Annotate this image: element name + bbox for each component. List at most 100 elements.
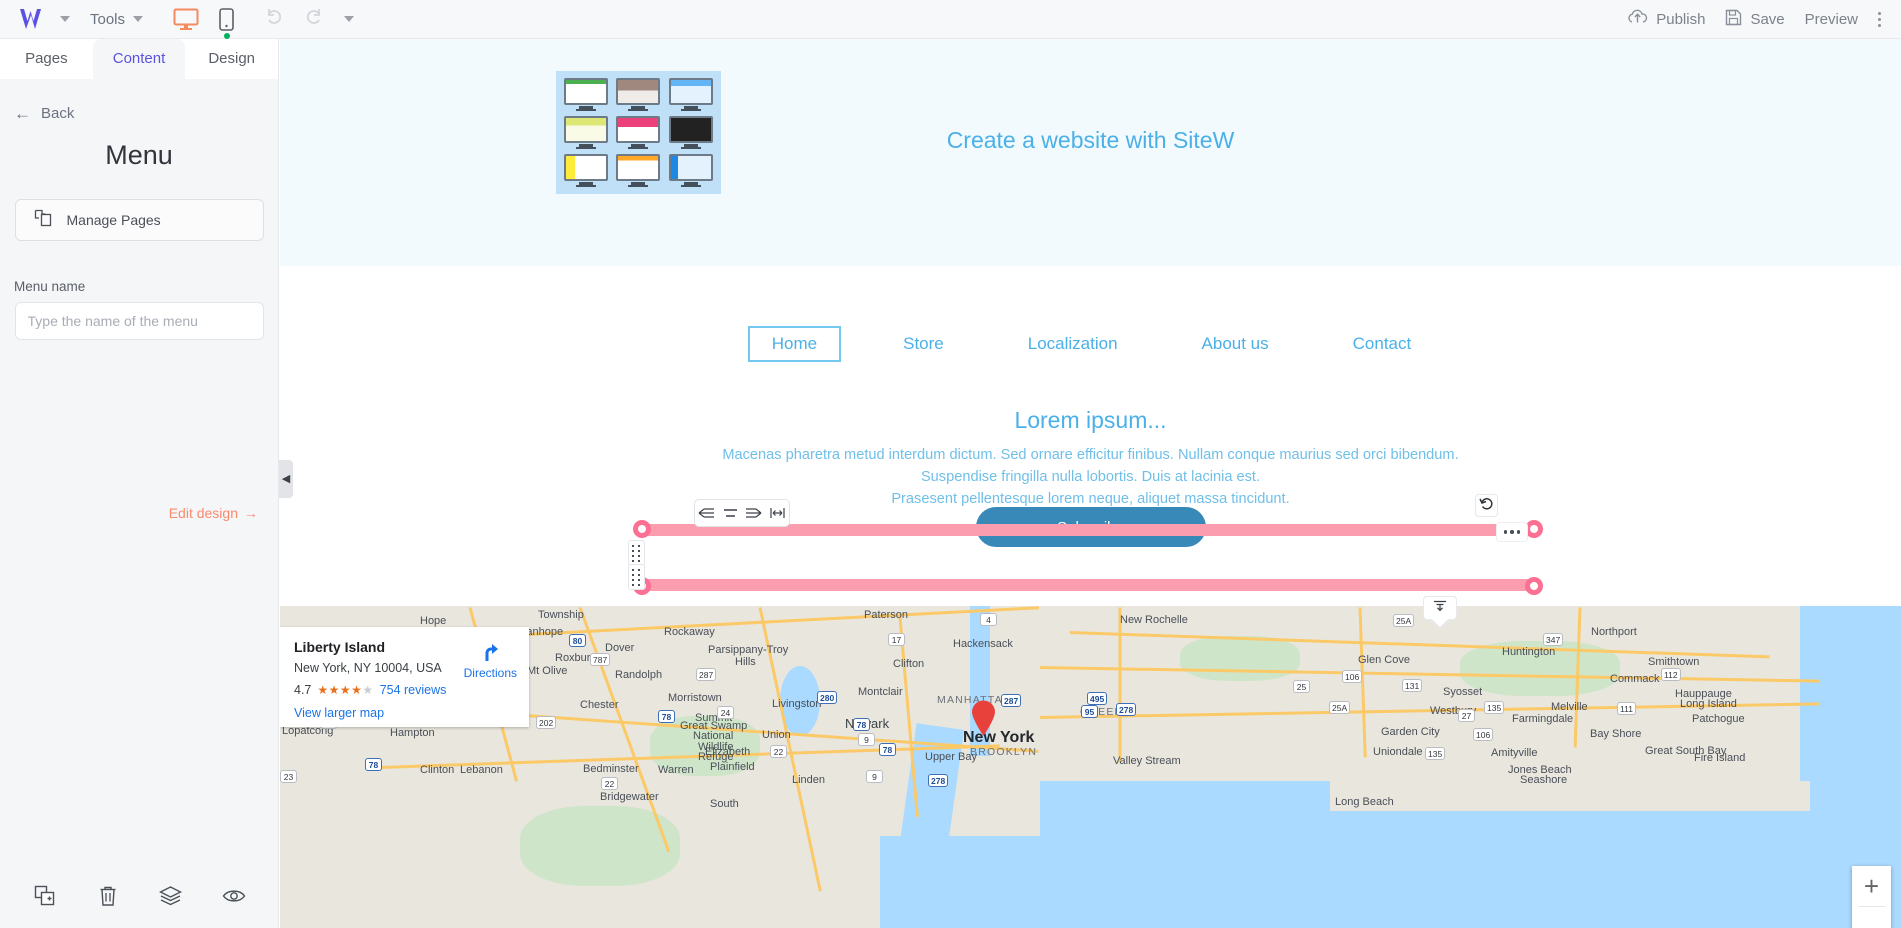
duplicate-icon[interactable] (31, 882, 59, 910)
align-right-icon[interactable] (745, 506, 762, 520)
map-label: Seashore (1520, 774, 1568, 786)
reset-rotate-icon (1479, 496, 1494, 516)
pages-icon (34, 209, 53, 231)
dot (1878, 23, 1881, 27)
menu-name-label: Menu name (14, 279, 86, 294)
save-label: Save (1750, 10, 1785, 28)
map-route-shield: 202 (536, 716, 557, 729)
map-label: Hope (420, 615, 447, 627)
map-label: Hampton (390, 727, 435, 739)
site-menu-block[interactable]: Home Store Localization About us Contact (310, 318, 1871, 370)
resize-handle-top-left[interactable] (633, 520, 651, 538)
stretch-width-icon[interactable] (769, 506, 786, 520)
map-label: Chester (580, 699, 619, 711)
menu-item-about-us[interactable]: About us (1160, 326, 1311, 362)
zoom-in-button[interactable]: + (1864, 873, 1879, 899)
lorem-heading: Lorem ipsum... (1014, 407, 1167, 433)
map-route-shield: 135 (1484, 701, 1505, 714)
vertical-align-button[interactable] (1423, 596, 1457, 620)
history-dropdown[interactable] (334, 0, 364, 39)
map-pin-icon[interactable] (970, 699, 997, 737)
sidebar-collapse-handle[interactable]: ◀ (279, 460, 293, 498)
map-label: Glen Cove (1358, 654, 1410, 666)
align-center-icon[interactable] (722, 506, 739, 520)
map-label: Long Beach (1335, 796, 1394, 808)
map-route-shield: 78 (853, 718, 870, 731)
menu-item-contact[interactable]: Contact (1311, 326, 1454, 362)
monitor-thumb (666, 153, 716, 189)
monitor-thumb (561, 76, 611, 112)
edit-design-link[interactable]: Edit design → (169, 505, 258, 521)
map-route-shield: 106 (1473, 728, 1494, 741)
reset-block-button[interactable] (1475, 494, 1498, 517)
publish-button[interactable]: Publish (1617, 0, 1715, 39)
view-larger-map-link[interactable]: View larger map (294, 706, 515, 720)
menu-item-home[interactable]: Home (747, 326, 842, 362)
map-label: Smithtown (1648, 656, 1700, 668)
left-sidebar: Pages Content Design ← Back Menu Manage … (0, 39, 279, 928)
map-route-shield: 131 (1402, 679, 1423, 692)
align-left-icon[interactable] (698, 506, 715, 520)
tab-pages[interactable]: Pages (0, 39, 93, 79)
block-options-button[interactable] (1496, 522, 1528, 542)
desktop-view-button[interactable] (163, 0, 209, 39)
drag-grip-icon-secondary[interactable] (628, 564, 645, 590)
map-route-shield: 280 (817, 691, 838, 704)
redo-icon (304, 7, 324, 31)
mobile-view-button[interactable] (209, 0, 244, 39)
tab-design[interactable]: Design (185, 39, 279, 79)
grip-dots (632, 544, 641, 562)
eye-icon[interactable] (220, 882, 248, 910)
map-route-shield: 135 (1425, 747, 1446, 760)
map-route-shield: 495 (1087, 692, 1108, 705)
selection-bottom-bar (642, 579, 1534, 591)
map-route-shield: 27 (1458, 709, 1475, 722)
map-route-shield: 78 (658, 710, 675, 723)
menu-name-input[interactable] (14, 302, 264, 340)
layers-icon[interactable] (157, 882, 185, 910)
map-route-shield: 95 (1081, 705, 1098, 718)
tab-content[interactable]: Content (92, 39, 186, 79)
map-land-barrier (1330, 781, 1810, 811)
undo-button[interactable] (254, 0, 294, 39)
map-route-shield: 4 (980, 613, 997, 626)
save-button[interactable]: Save (1715, 0, 1794, 39)
map-label: Morristown (668, 692, 722, 704)
dot (1878, 17, 1881, 21)
map-label: Hills (735, 656, 756, 668)
trash-icon[interactable] (94, 882, 122, 910)
resize-handle-bottom-right[interactable] (1525, 577, 1543, 595)
subscribe-button[interactable]: Subscribe (975, 507, 1206, 547)
map-label: Amityville (1491, 747, 1538, 759)
menu-item-store[interactable]: Store (861, 326, 986, 362)
map-label: Montclair (858, 686, 903, 698)
monitor-thumb (613, 76, 663, 112)
tools-menu[interactable]: Tools (80, 0, 153, 39)
cloud-upload-icon (1627, 9, 1648, 30)
monitor-thumb (666, 76, 716, 112)
w-logo[interactable] (16, 6, 50, 32)
map-route-shield: 278 (928, 774, 949, 787)
map-label: Lebanon (460, 764, 503, 776)
top-right-actions: Publish Save Preview (1617, 0, 1901, 39)
publish-label: Publish (1656, 10, 1706, 28)
map-label: Clinton (420, 764, 455, 776)
drag-grip-icon[interactable] (628, 540, 645, 566)
google-map-block[interactable]: Hope Township Stanhope Rockaway Dover Parsipp… (280, 606, 1901, 928)
directions-button[interactable]: Directions (464, 641, 517, 680)
map-label: Warren (658, 764, 694, 776)
preview-button[interactable]: Preview (1795, 0, 1868, 39)
mobile-phone-icon (219, 7, 234, 39)
arrow-left-icon: ← (14, 104, 31, 123)
map-label: Livingston (772, 698, 822, 710)
menu-item-localization[interactable]: Localization (986, 326, 1160, 362)
more-options-button[interactable] (1868, 11, 1891, 27)
map-label: Mt Olive (527, 665, 568, 677)
map-label: Commack (1610, 673, 1660, 685)
map-route-shield: 787 (590, 653, 611, 666)
redo-button[interactable] (294, 0, 334, 39)
reviews-link[interactable]: 754 reviews (380, 683, 447, 697)
logo-dropdown[interactable] (50, 0, 80, 39)
back-button[interactable]: ← Back (14, 105, 278, 122)
manage-pages-button[interactable]: Manage Pages (14, 199, 264, 241)
